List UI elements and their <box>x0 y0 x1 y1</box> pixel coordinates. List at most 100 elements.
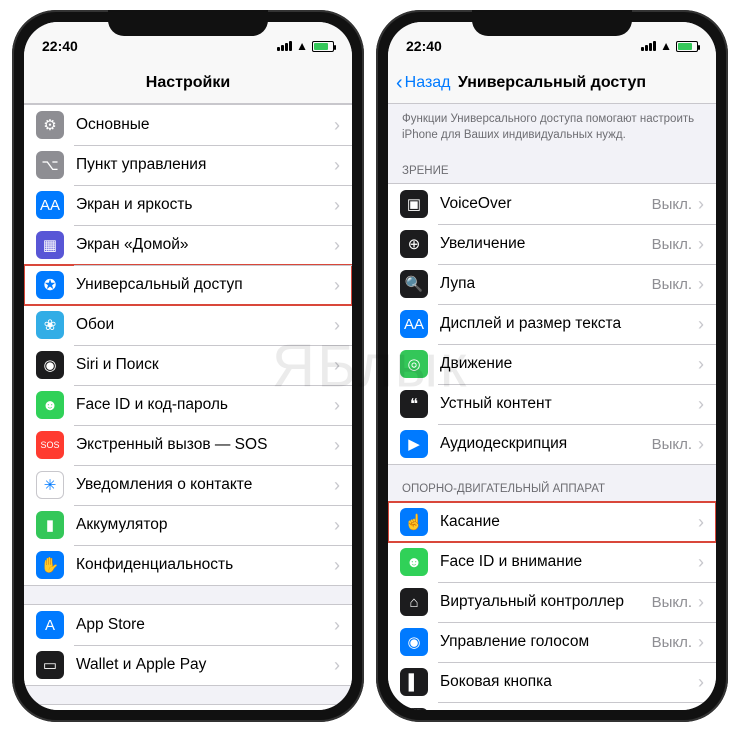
status-icons: ▲ <box>641 39 698 53</box>
settings-row[interactable]: ▦Экран «Домой»› <box>24 225 352 265</box>
settings-row[interactable]: ✪Универсальный доступ› <box>24 265 352 305</box>
row-icon: ◎ <box>400 350 428 378</box>
chevron-left-icon: ‹ <box>396 73 403 93</box>
back-label: Назад <box>405 74 451 92</box>
chevron-right-icon: › <box>334 556 340 574</box>
chevron-right-icon: › <box>698 553 704 571</box>
chevron-right-icon: › <box>698 235 704 253</box>
settings-row[interactable]: ◎ Движение› <box>388 344 716 384</box>
settings-row[interactable]: ✳ Уведомления о контакте› <box>24 465 352 505</box>
settings-row[interactable]: ▭Wallet и Apple Pay› <box>24 645 352 685</box>
chevron-right-icon: › <box>334 236 340 254</box>
settings-row[interactable]: ⌂Виртуальный контроллерВыкл.› <box>388 582 716 622</box>
settings-row[interactable]: ⚙Основные› <box>24 105 352 145</box>
row-label: Конфиденциальность <box>76 556 334 574</box>
chevron-right-icon: › <box>334 476 340 494</box>
row-label: Аудиодескрипция <box>440 435 652 453</box>
row-label: Основные <box>76 116 334 134</box>
row-icon: ☻ <box>36 391 64 419</box>
row-label: Экстренный вызов — SOS <box>76 436 334 454</box>
settings-row[interactable]: ▣VoiceOverВыкл.› <box>388 184 716 224</box>
row-icon: ▮ <box>400 708 428 710</box>
chevron-right-icon: › <box>334 156 340 174</box>
settings-group: ⚙Основные›⌥Пункт управления›AAЭкран и яр… <box>24 104 352 586</box>
page-title: Настройки <box>146 74 230 92</box>
settings-row[interactable]: ◉Управление голосомВыкл.› <box>388 622 716 662</box>
section-header: ЗРЕНИЕ <box>388 147 716 183</box>
chevron-right-icon: › <box>334 616 340 634</box>
row-label: Лупа <box>440 275 652 293</box>
row-icon: ▣ <box>400 190 428 218</box>
settings-row[interactable]: ⊕УвеличениеВыкл.› <box>388 224 716 264</box>
chevron-right-icon: › <box>698 355 704 373</box>
chevron-right-icon: › <box>334 396 340 414</box>
row-icon: ⌥ <box>36 151 64 179</box>
settings-row[interactable]: ❀Обои› <box>24 305 352 345</box>
status-time: 22:40 <box>42 38 78 54</box>
settings-row[interactable]: AApp Store› <box>24 605 352 645</box>
row-icon: ✪ <box>36 271 64 299</box>
status-icons: ▲ <box>277 39 334 53</box>
back-button[interactable]: ‹ Назад <box>396 73 451 93</box>
settings-row[interactable]: ⌥Пункт управления› <box>24 145 352 185</box>
row-label: Управление голосом <box>440 633 652 651</box>
phone-left: 22:40 ▲ Настройки ⚙Основные›⌥Пункт управ… <box>12 10 364 722</box>
settings-row[interactable]: SOSЭкстренный вызов — SOS› <box>24 425 352 465</box>
row-label: Устный контент <box>440 395 698 413</box>
settings-group: ☝Касание›☻Face ID и внимание›⌂Виртуальны… <box>388 501 716 710</box>
chevron-right-icon: › <box>334 436 340 454</box>
battery-icon <box>676 41 698 52</box>
screen-right: 22:40 ▲ ‹ Назад Универсальный доступ Фун… <box>388 22 716 710</box>
row-label: Боковая кнопка <box>440 673 698 691</box>
settings-row[interactable]: ☝Касание› <box>388 502 716 542</box>
wifi-icon: ▲ <box>660 39 672 53</box>
row-label: Wallet и Apple Pay <box>76 656 334 674</box>
row-label: Виртуальный контроллер <box>440 593 652 611</box>
chevron-right-icon: › <box>698 275 704 293</box>
row-label: Обои <box>76 316 334 334</box>
nav-bar: Настройки <box>24 62 352 104</box>
settings-row[interactable]: ▶АудиодескрипцияВыкл.› <box>388 424 716 464</box>
battery-icon <box>312 41 334 52</box>
settings-row[interactable]: ◉Siri и Поиск› <box>24 345 352 385</box>
settings-group: AApp Store›▭Wallet и Apple Pay› <box>24 604 352 686</box>
chevron-right-icon: › <box>334 516 340 534</box>
chevron-right-icon: › <box>698 435 704 453</box>
section-header: ОПОРНО-ДВИГАТЕЛЬНЫЙ АППАРАТ <box>388 465 716 501</box>
settings-row[interactable]: ▌Боковая кнопка› <box>388 662 716 702</box>
row-icon: ▮ <box>36 511 64 539</box>
settings-row[interactable]: ☻Face ID и код-пароль› <box>24 385 352 425</box>
settings-list[interactable]: ⚙Основные›⌥Пункт управления›AAЭкран и яр… <box>24 104 352 710</box>
settings-row[interactable]: ●Пароли› <box>24 705 352 710</box>
row-icon: ▶ <box>400 430 428 458</box>
row-label: Аккумулятор <box>76 516 334 534</box>
row-label: Увеличение <box>440 235 652 253</box>
row-label: VoiceOver <box>440 195 652 213</box>
row-label: Экран и яркость <box>76 196 334 214</box>
chevron-right-icon: › <box>698 513 704 531</box>
chevron-right-icon: › <box>334 656 340 674</box>
row-icon: ◉ <box>36 351 64 379</box>
row-label: Уведомления о контакте <box>76 476 334 494</box>
settings-row[interactable]: AAЭкран и яркость› <box>24 185 352 225</box>
settings-row[interactable]: 🔍ЛупаВыкл.› <box>388 264 716 304</box>
accessibility-list[interactable]: Функции Универсального доступа помогают … <box>388 104 716 710</box>
row-icon: ✳ <box>36 471 64 499</box>
settings-row[interactable]: ❝Устный контент› <box>388 384 716 424</box>
row-icon: ⚙ <box>36 111 64 139</box>
row-label: Движение <box>440 355 698 373</box>
settings-row[interactable]: ✋Конфиденциальность› <box>24 545 352 585</box>
settings-row[interactable]: AAДисплей и размер текста› <box>388 304 716 344</box>
row-icon: ☻ <box>400 548 428 576</box>
settings-row[interactable]: ▮ Аккумулятор› <box>24 505 352 545</box>
settings-row[interactable]: ☻ Face ID и внимание› <box>388 542 716 582</box>
signal-icon <box>641 41 656 51</box>
settings-group: ▣VoiceOverВыкл.›⊕УвеличениеВыкл.›🔍ЛупаВы… <box>388 183 716 465</box>
row-icon: A <box>36 611 64 639</box>
page-title: Универсальный доступ <box>458 74 646 92</box>
row-label: Универсальный доступ <box>76 276 334 294</box>
row-label: Face ID и внимание <box>440 553 698 571</box>
row-icon: AA <box>36 191 64 219</box>
row-value: Выкл. <box>652 196 692 213</box>
settings-row[interactable]: ▮Пульт Apple TV› <box>388 702 716 710</box>
